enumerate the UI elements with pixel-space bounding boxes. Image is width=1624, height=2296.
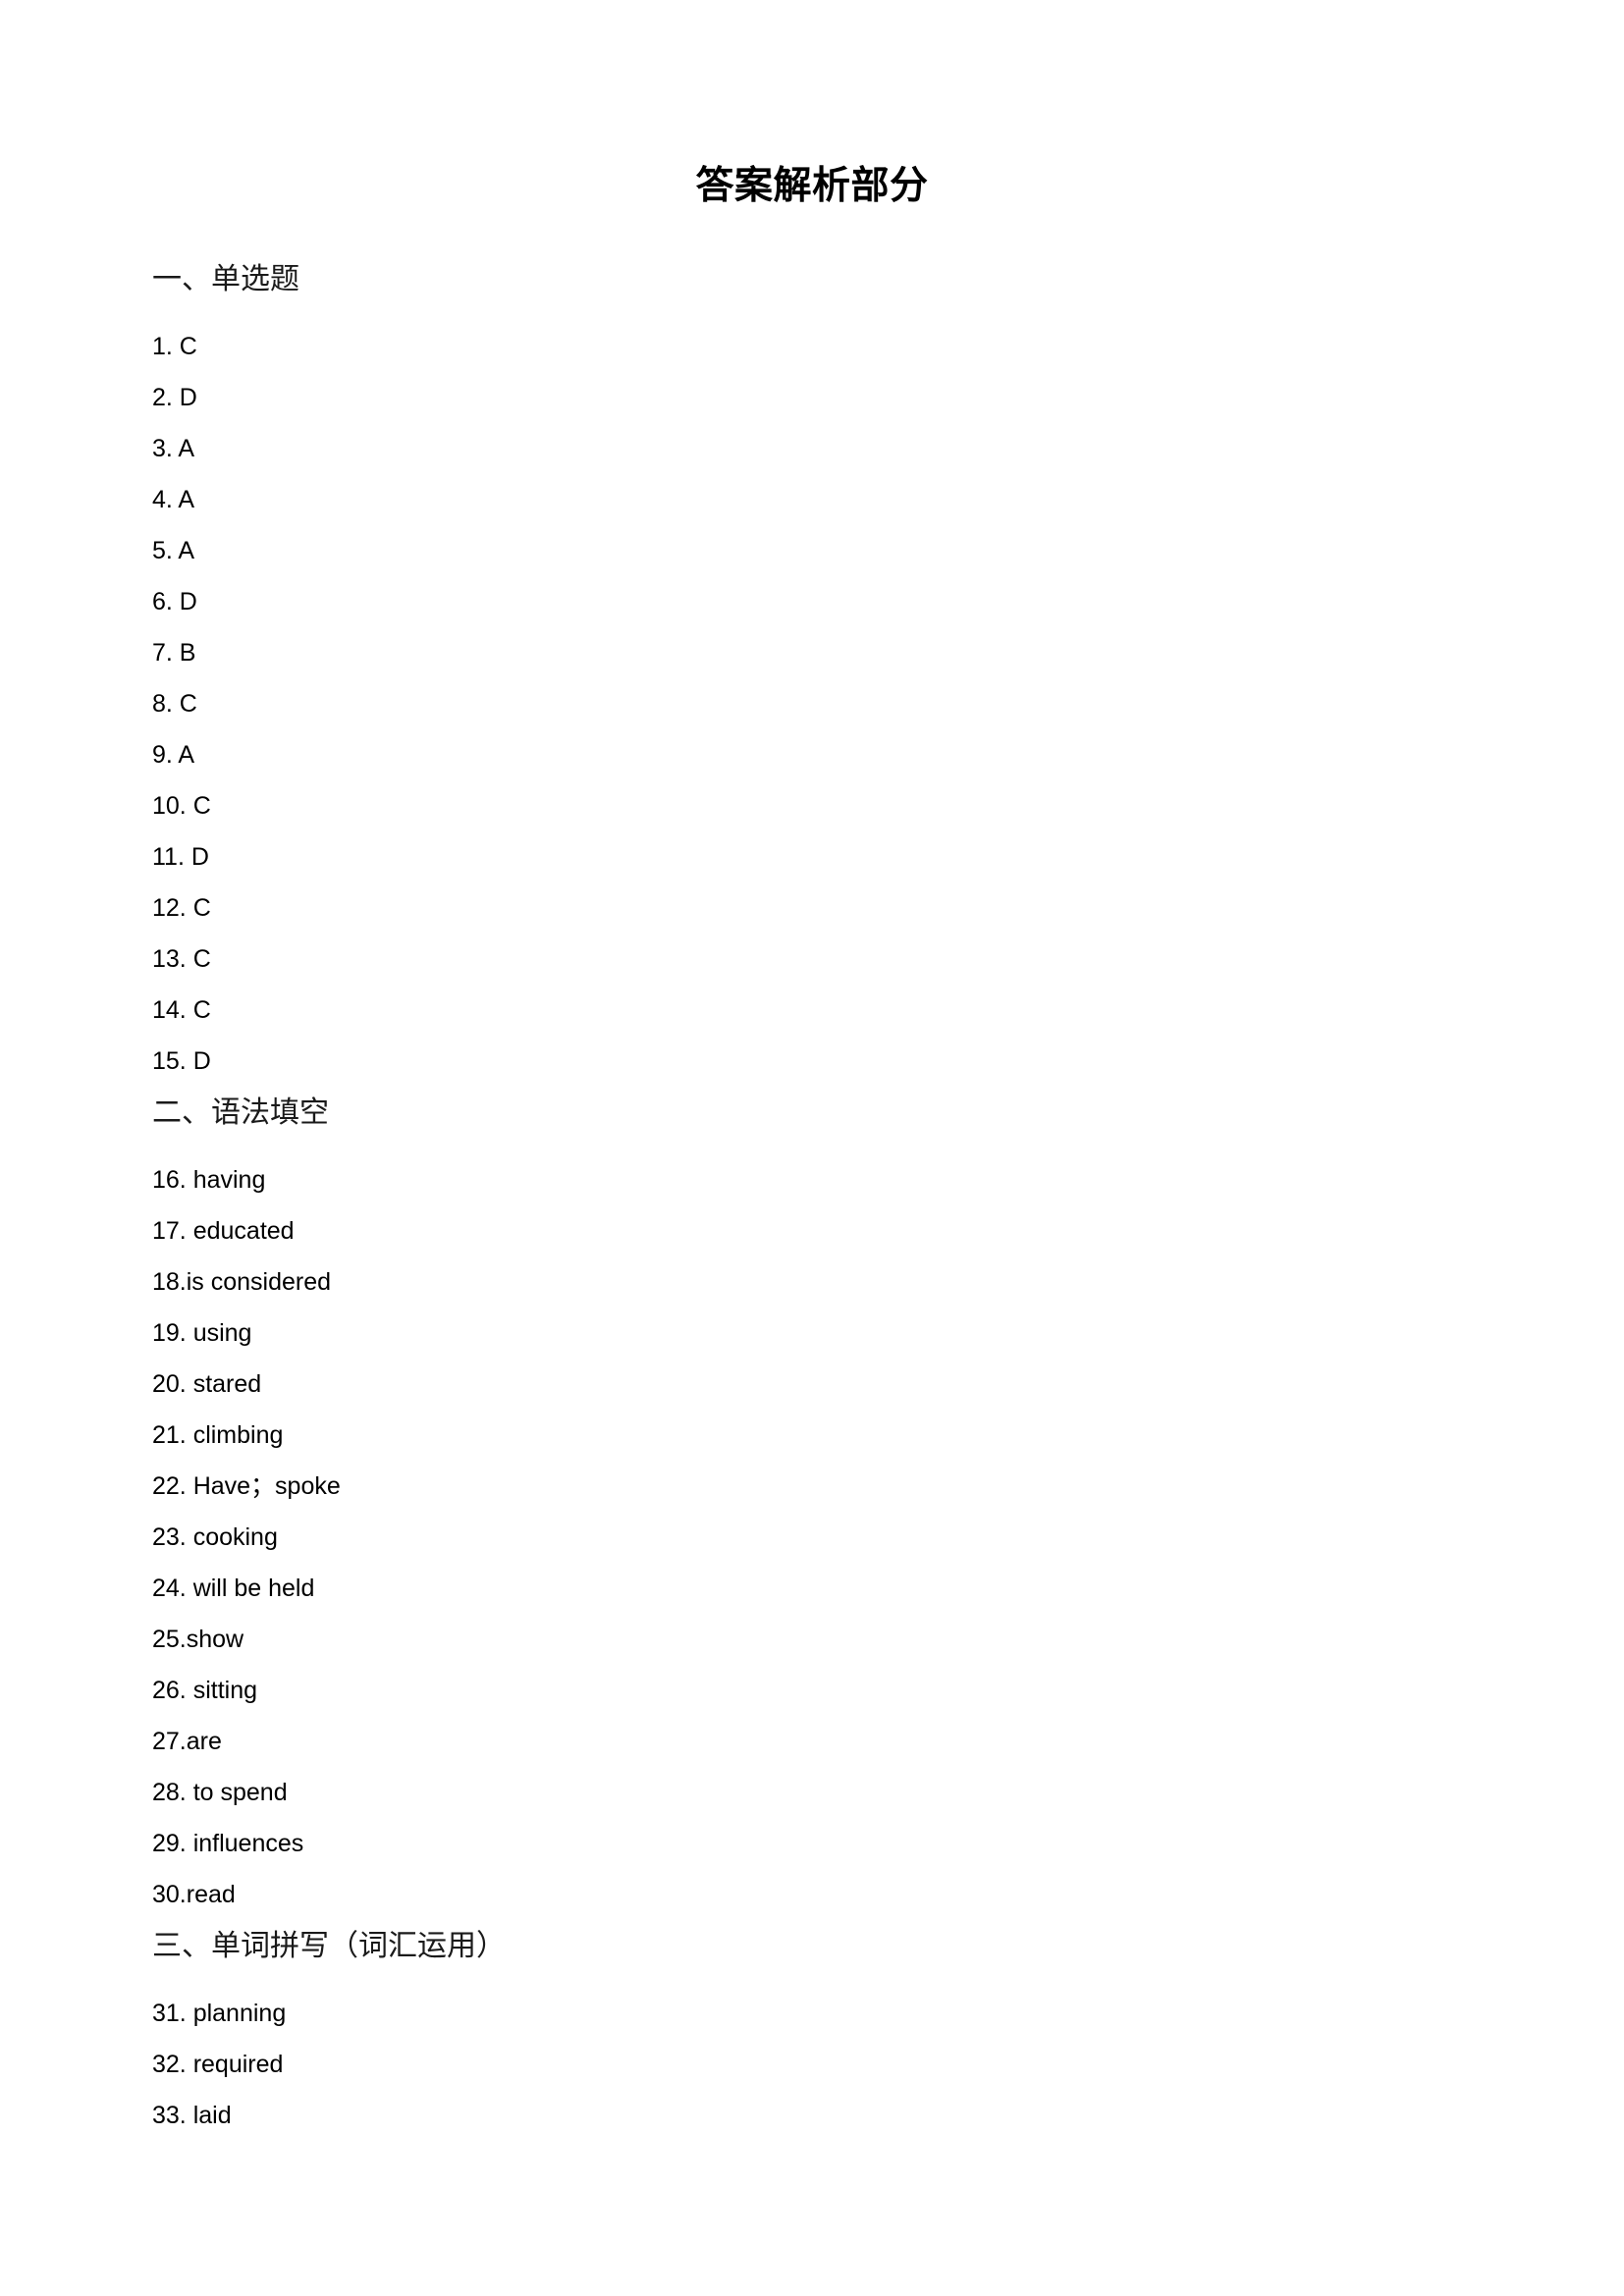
list-item: 32. required (152, 2051, 284, 2078)
list-item: 3. A (152, 435, 195, 462)
list-item: 16. having (152, 1166, 266, 1194)
list-item: 9. A (152, 741, 195, 769)
list-item: 14. C (152, 996, 211, 1024)
section-heading-grammar-fill: 二、语法填空 (152, 1096, 329, 1129)
list-item: 31. planning (152, 2000, 287, 2027)
list-item: 33. laid (152, 2102, 232, 2129)
list-item: 4. A (152, 486, 195, 513)
list-item: 17. educated (152, 1217, 295, 1245)
list-item: 10. C (152, 792, 211, 820)
list-item: 12. C (152, 894, 211, 922)
list-item: 2. D (152, 384, 197, 411)
list-item: 21. climbing (152, 1421, 284, 1449)
list-item: 11. D (152, 843, 209, 871)
list-item: 5. A (152, 537, 195, 564)
section-grammar-fill: 二、语法填空 16. having 17. educated 18.is con… (152, 1087, 1488, 1920)
document-page: 答案解析部分 一、单选题 1. C 2. D 3. A 4. A 5. A 6.… (0, 0, 1624, 2296)
list-item: 23. cooking (152, 1523, 278, 1551)
list-item: 15. D (152, 1047, 211, 1075)
list-item: 27.are (152, 1728, 222, 1755)
list-item: 28. to spend (152, 1779, 288, 1806)
section-heading-word-spelling: 三、单词拼写（词汇运用） (152, 1930, 506, 1962)
page-title: 答案解析部分 (695, 165, 929, 207)
list-item: 8. C (152, 690, 197, 718)
list-item: 19. using (152, 1319, 252, 1347)
answer-list-word-spelling: 31. planning 32. required 33. laid (152, 1988, 1488, 2141)
answer-list-grammar-fill: 16. having 17. educated 18.is considered… (152, 1154, 1488, 1920)
list-item: 30.read (152, 1881, 236, 1908)
list-item: 26. sitting (152, 1677, 258, 1704)
section-word-spelling: 三、单词拼写（词汇运用） 31. planning 32. required 3… (152, 1920, 1488, 2141)
list-item: 22. Have；spoke (152, 1472, 341, 1500)
list-item: 20. stared (152, 1370, 262, 1398)
section-heading-single-choice: 一、单选题 (152, 263, 299, 295)
list-item: 24. will be held (152, 1575, 315, 1602)
list-item: 1. C (152, 333, 197, 360)
list-item: 6. D (152, 588, 197, 615)
list-item: 29. influences (152, 1830, 304, 1857)
list-item: 18.is considered (152, 1268, 332, 1296)
list-item: 7. B (152, 639, 196, 667)
answer-content: 一、单选题 1. C 2. D 3. A 4. A 5. A 6. D 7. B… (152, 253, 1488, 2141)
answer-list-single-choice: 1. C 2. D 3. A 4. A 5. A 6. D 7. B 8. C … (152, 321, 1488, 1087)
list-item: 13. C (152, 945, 211, 973)
list-item: 25.show (152, 1626, 244, 1653)
section-single-choice: 一、单选题 1. C 2. D 3. A 4. A 5. A 6. D 7. B… (152, 253, 1488, 1087)
